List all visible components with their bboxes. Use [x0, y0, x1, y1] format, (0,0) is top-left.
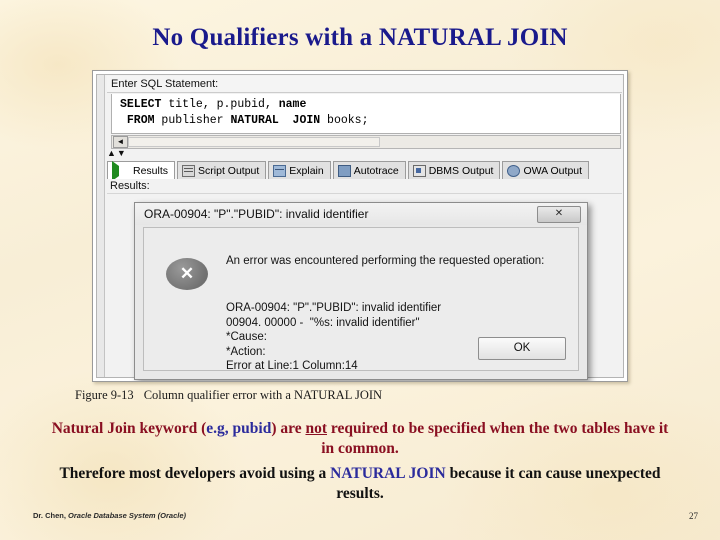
tab-owa-output-label: OWA Output	[523, 164, 583, 177]
screenshot-inner: Enter SQL Statement: SELECT title, p.pub…	[96, 74, 624, 380]
dbms-icon	[412, 164, 426, 177]
trace-icon	[337, 164, 351, 177]
para1-part-b: ) are	[271, 420, 306, 437]
scrollbar-thumb[interactable]	[128, 137, 380, 147]
sqldeveloper-screenshot: Enter SQL Statement: SELECT title, p.pub…	[92, 70, 628, 382]
tab-explain-label: Explain	[289, 164, 324, 177]
tab-script-output[interactable]: Script Output	[177, 161, 267, 179]
grid-icon	[273, 164, 287, 177]
para1-part-a: Natural Join keyword (	[51, 420, 207, 437]
sql-column-name: name	[278, 98, 307, 111]
sql-line2-rest: books;	[320, 114, 369, 127]
body-paragraph-1: Natural Join keyword (e.g, pubid) are no…	[50, 419, 670, 459]
para1-part-c: required to be specified when the two ta…	[321, 420, 669, 457]
page-number: 27	[689, 511, 698, 521]
document-icon	[182, 164, 196, 177]
figure-caption: Figure 9-13 Column qualifier error with a…	[75, 388, 382, 403]
tab-autotrace[interactable]: Autotrace	[332, 161, 406, 179]
tab-dbms-output-label: DBMS Output	[428, 164, 494, 177]
figure-caption-text: Column qualifier error with a NATURAL JO…	[143, 388, 383, 402]
tab-autotrace-label: Autotrace	[353, 164, 399, 177]
results-area: ORA-00904: "P"."PUBID": invalid identifi…	[107, 194, 622, 380]
owa-icon	[507, 164, 521, 177]
footer-book-title: Oracle Database System (Oracle)	[68, 511, 186, 520]
sql-line2-mid: publisher	[154, 114, 231, 127]
page-title: No Qualifiers with a NATURAL JOIN	[152, 24, 568, 51]
play-icon	[112, 160, 130, 181]
sql-keyword-natural-join: NATURAL JOIN	[230, 114, 321, 127]
para2-natural-join: NATURAL JOIN	[330, 465, 446, 482]
para2-part-a: Therefore most developers avoid using a	[59, 465, 331, 482]
results-label: Results:	[107, 179, 622, 194]
footer-credit: Dr. Chen, Oracle Database System (Oracle…	[33, 511, 186, 520]
tab-script-output-label: Script Output	[198, 164, 260, 177]
close-icon[interactable]: ✕	[537, 206, 581, 223]
tab-dbms-output[interactable]: DBMS Output	[407, 161, 501, 179]
sql-keyword-select: SELECT	[120, 98, 162, 111]
sql-panel-label: Enter SQL Statement:	[107, 76, 622, 93]
error-dialog-body: ✕ An error was encountered performing th…	[143, 227, 579, 372]
tab-results[interactable]: Results	[107, 160, 176, 181]
error-dialog: ORA-00904: "P"."PUBID": invalid identifi…	[134, 202, 588, 380]
figure-number: Figure 9-13	[75, 388, 134, 402]
tab-results-label: Results	[133, 164, 169, 177]
tab-owa-output[interactable]: OWA Output	[502, 161, 590, 179]
scroll-left-arrow-icon[interactable]: ◄	[113, 136, 128, 148]
footer-author: Dr. Chen,	[33, 511, 69, 520]
sql-line1-rest: title, p.pubid,	[161, 98, 279, 111]
para1-example: e.g, pubid	[206, 420, 272, 437]
body-paragraph-2: Therefore most developers avoid using a …	[50, 464, 670, 504]
error-message: An error was encountered performing the …	[226, 255, 545, 267]
error-dialog-title: ORA-00904: "P"."PUBID": invalid identifi…	[135, 203, 587, 225]
updown-arrows-icon[interactable]: ▲▼	[107, 148, 137, 159]
tab-explain[interactable]: Explain	[268, 161, 331, 179]
sql-input[interactable]: SELECT title, p.pubid, name FROM publish…	[111, 94, 621, 134]
error-x-icon: ✕	[166, 258, 208, 290]
ok-button[interactable]: OK	[478, 337, 566, 360]
sql-keyword-from: FROM	[120, 114, 155, 127]
horizontal-scrollbar[interactable]: ◄	[111, 135, 621, 149]
results-tabbar: Results Script Output Explain Autotrace …	[107, 160, 622, 181]
para1-not: not	[305, 420, 328, 437]
left-gutter	[97, 75, 105, 377]
